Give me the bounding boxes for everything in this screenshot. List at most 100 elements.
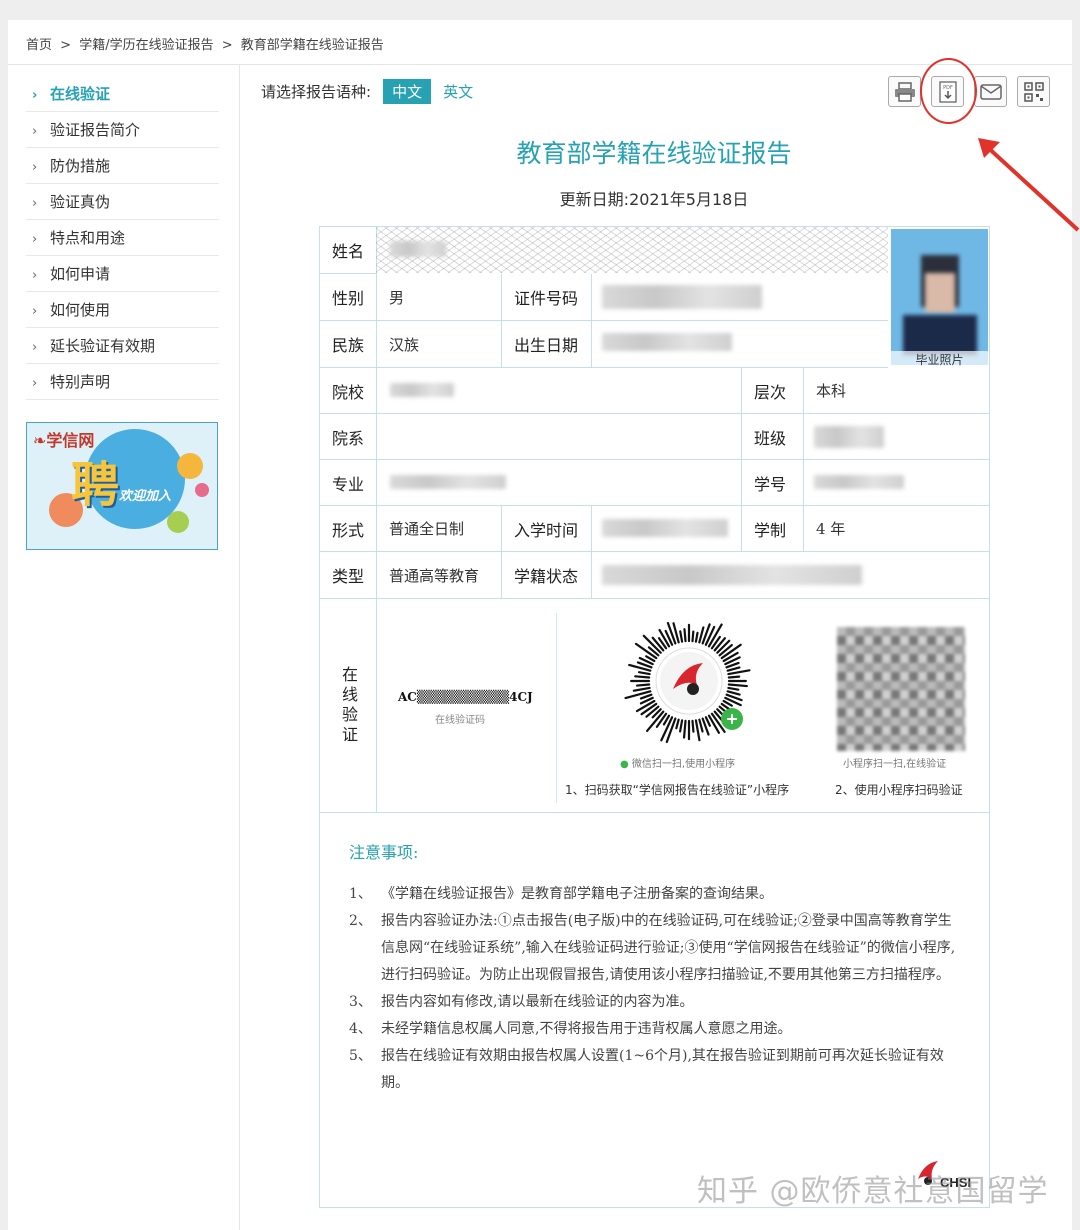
printer-icon xyxy=(894,81,915,102)
photo-suit xyxy=(903,315,977,355)
label-major: 专业 xyxy=(320,460,377,506)
breadcrumb-home[interactable]: 首页 xyxy=(26,38,52,53)
id-number-redacted xyxy=(602,285,762,309)
mail-icon xyxy=(979,83,1002,100)
banner-headline: 聘 xyxy=(71,457,120,513)
label-class: 班级 xyxy=(742,414,804,460)
sidebar-item-label: 延长验证有效期 xyxy=(50,337,156,355)
note-item: 2、 报告内容验证办法:①点击报告(电子版)中的在线验证码,可在线验证;②登录中国… xyxy=(349,913,956,983)
recruitment-banner[interactable]: ❧学信网 聘 欢迎加入 xyxy=(26,422,218,550)
sidebar-item-label: 在线验证 xyxy=(50,85,111,103)
sidebar-divider xyxy=(239,64,240,1230)
sidebar-item-report-intro[interactable]: › 验证报告简介 xyxy=(26,112,219,148)
banner-blob xyxy=(167,511,189,533)
note-item: 5、 报告在线验证有效期由报告权属人设置(1~6个月),其在报告验证到期前可再次延… xyxy=(349,1048,944,1091)
label-ethnicity: 民族 xyxy=(320,321,377,368)
report-title: 教育部学籍在线验证报告 xyxy=(516,139,792,168)
qr-ray xyxy=(726,666,741,672)
sidebar-item-disclaimer[interactable]: › 特别声明 xyxy=(26,364,219,400)
label-id-number: 证件号码 xyxy=(502,274,592,321)
qr-ray xyxy=(679,719,684,733)
sidebar-item-verify-authenticity[interactable]: › 验证真伪 xyxy=(26,184,219,220)
notes-list: 1、 《学籍在线验证报告》是教育部学籍电子注册备案的查询结果。 2、 报告内容验证办… xyxy=(349,881,959,1097)
qr-ray xyxy=(639,693,653,700)
watermark: 知乎 @欧侨意社意国留学 xyxy=(697,1174,1049,1209)
value-study-form: 普通全日制 xyxy=(377,506,502,552)
label-name: 姓名 xyxy=(320,227,377,274)
sidebar-item-features[interactable]: › 特点和用途 xyxy=(26,220,219,256)
label-type: 类型 xyxy=(320,552,377,599)
banner-tagline: 欢迎加入 xyxy=(119,489,172,504)
value-ethnicity: 汉族 xyxy=(377,321,502,368)
report-table: 姓名 性别 男 证件号码 民族 汉族 出生日期 毕业照片 院校 层次 本科 院系… xyxy=(319,226,990,1208)
breadcrumb-reports[interactable]: 学籍/学历在线验证报告 xyxy=(79,38,213,53)
note-item: 3、 报告内容如有修改,请以最新在线验证的内容为准。 xyxy=(349,994,694,1010)
print-button[interactable] xyxy=(888,76,921,107)
banner-blob xyxy=(177,453,203,479)
value-gender: 男 xyxy=(377,274,502,321)
label-birth-date: 出生日期 xyxy=(502,321,592,368)
red-annotation-arrow xyxy=(978,138,1080,232)
photo-face xyxy=(925,273,955,313)
chevron-right-icon: › xyxy=(32,160,38,175)
breadcrumb-sep: > xyxy=(221,38,233,53)
sidebar-item-online-verify[interactable]: › 在线验证 xyxy=(26,76,219,112)
page: 首页 > 学籍/学历在线验证报告 > 教育部学籍在线验证报告 › 在线验证 › 验证… xyxy=(8,20,1072,1230)
qr-ray xyxy=(694,719,701,742)
mini-program-qr-code[interactable] xyxy=(623,615,755,747)
label-school: 院校 xyxy=(320,368,377,414)
qr-ray xyxy=(727,686,740,691)
qr-ray xyxy=(726,690,741,696)
sidebar-item-how-to-apply[interactable]: › 如何申请 xyxy=(26,256,219,292)
sidebar-item-how-to-use[interactable]: › 如何使用 xyxy=(26,292,219,328)
label-enroll-date: 入学时间 xyxy=(502,506,592,552)
qr-ray xyxy=(727,675,741,679)
sidebar-item-extend-validity[interactable]: › 延长验证有效期 xyxy=(26,328,219,364)
label-level: 层次 xyxy=(742,368,804,414)
wechat-scan-caption: ● 微信扫一扫,使用小程序 xyxy=(620,759,736,770)
student-number-redacted xyxy=(814,475,904,489)
qr-ray xyxy=(691,719,695,733)
pdf-highlight-circle xyxy=(920,58,977,124)
qr-ray xyxy=(634,675,651,679)
sidebar-item-label: 特点和用途 xyxy=(50,229,126,247)
major-redacted xyxy=(390,475,506,489)
sidebar-item-label: 防伪措施 xyxy=(50,157,111,175)
verification-code[interactable]: AC▒▒▒▒▒▒▒▒▒▒4CJ xyxy=(398,690,533,704)
qr-code-icon xyxy=(1023,81,1044,102)
header-divider xyxy=(8,64,1072,65)
language-option-en[interactable]: 英文 xyxy=(443,81,473,102)
photo-caption: 毕业照片 xyxy=(891,351,988,368)
qr-ray xyxy=(675,718,680,730)
step-1-instruction: 1、扫码获取“学信网报告在线验证”小程序 xyxy=(565,783,790,797)
qr-ray xyxy=(635,683,651,687)
sidebar-item-anti-fake[interactable]: › 防伪措施 xyxy=(26,148,219,184)
student-photo xyxy=(891,229,988,365)
mini-program-scan-caption: 小程序扫一扫,在线验证 xyxy=(843,759,947,770)
breadcrumb-sep: > xyxy=(60,38,72,53)
qr-ray xyxy=(718,643,733,657)
qr-ray xyxy=(698,718,704,733)
qr-ray xyxy=(665,717,677,744)
qr-code-button[interactable] xyxy=(1017,76,1050,107)
sidebar-item-label: 如何申请 xyxy=(50,265,111,283)
school-redacted xyxy=(390,383,454,397)
email-button[interactable] xyxy=(974,76,1007,107)
label-enrollment-status: 学籍状态 xyxy=(502,552,592,599)
chevron-right-icon: › xyxy=(32,196,38,211)
language-option-zh[interactable]: 中文 xyxy=(383,79,432,104)
verification-qr-code[interactable] xyxy=(837,627,965,751)
report-update-date: 更新日期:2021年5月18日 xyxy=(559,190,749,209)
qr-ray xyxy=(694,631,699,643)
name-redacted xyxy=(390,241,446,257)
online-verify-label: 在线验证 xyxy=(320,599,377,813)
qr-ray xyxy=(727,669,751,676)
sidebar-item-label: 如何使用 xyxy=(50,301,111,319)
chevron-right-icon: › xyxy=(32,124,38,139)
chevron-right-icon: › xyxy=(32,376,38,391)
value-type: 普通高等教育 xyxy=(377,552,502,599)
sidebar: › 在线验证 › 验证报告简介 › 防伪措施 › 验证真伪 › 特点和用途 › 如何申请 ›… xyxy=(26,76,219,400)
label-department: 院系 xyxy=(320,414,377,460)
qr-ray xyxy=(727,683,748,688)
security-pattern xyxy=(376,227,888,273)
